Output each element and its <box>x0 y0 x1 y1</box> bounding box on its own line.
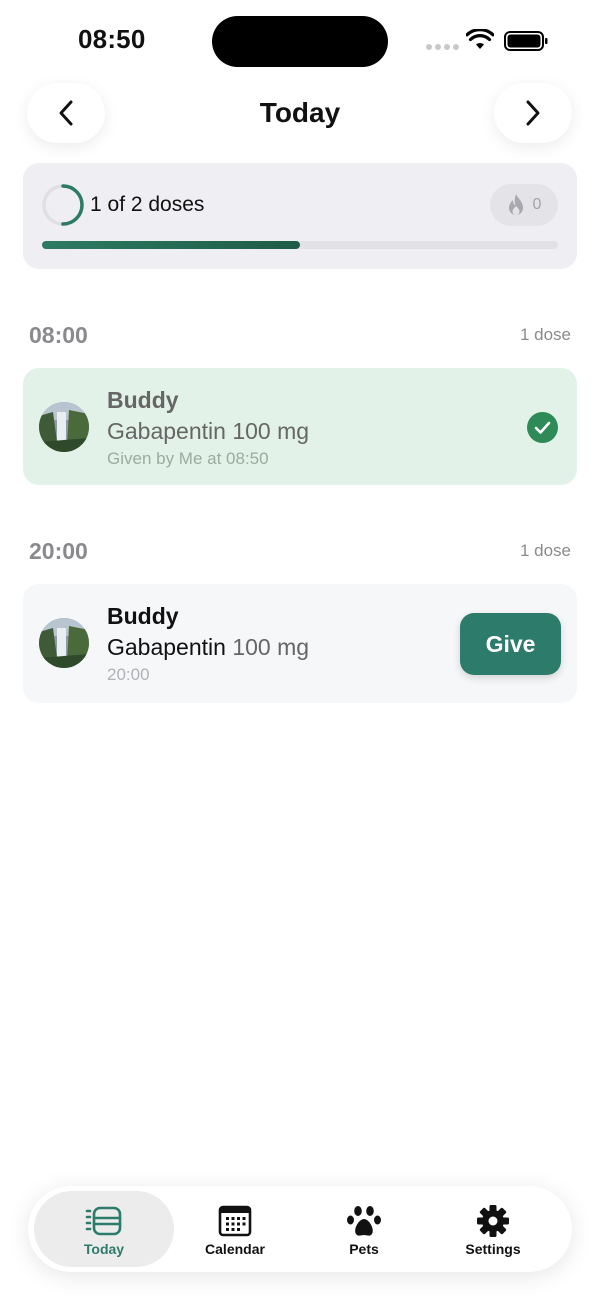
checkmark-circle-icon <box>527 412 558 443</box>
progress-bar <box>42 241 558 249</box>
time-group-count: 1 dose <box>519 541 571 560</box>
status-time: 08:50 <box>78 24 146 54</box>
medication-name: Gabapentin <box>107 634 226 660</box>
battery-icon <box>504 31 548 51</box>
pet-name: Buddy <box>107 603 179 629</box>
give-dose-button[interactable]: Give <box>460 613 561 675</box>
medication-name: Gabapentin <box>107 418 226 444</box>
tab-bar: Today Calendar Pets Settings <box>28 1186 572 1272</box>
next-day-button[interactable] <box>494 83 572 143</box>
time-group-header: 08:00 <box>29 322 88 348</box>
tab-today[interactable]: Today <box>34 1191 174 1267</box>
status-bar: 08:50 <box>0 0 600 80</box>
medication-amount: 100 mg <box>232 418 310 444</box>
time-group-header: 20:00 <box>29 538 88 564</box>
tab-calendar[interactable]: Calendar <box>165 1191 305 1267</box>
medication-line: Gabapentin 100 mg <box>107 634 309 661</box>
gear-icon <box>477 1205 509 1237</box>
tab-label: Today <box>83 1241 125 1257</box>
pet-avatar <box>39 402 89 452</box>
cellular-signal-icon <box>426 44 459 50</box>
streak-badge: 0 <box>490 184 558 226</box>
paw-icon <box>347 1206 381 1236</box>
dynamic-island <box>212 16 388 67</box>
progress-summary: 1 of 2 doses <box>90 193 205 216</box>
flame-icon <box>508 194 523 215</box>
today-list-icon <box>85 1206 122 1236</box>
tab-pets[interactable]: Pets <box>294 1191 434 1267</box>
progress-bar-fill <box>42 241 300 249</box>
dose-status-text: Given by Me at 08:50 <box>107 449 269 468</box>
dose-card-pending[interactable]: Buddy Gabapentin 100 mg 20:00 Give <box>23 584 577 703</box>
tab-label: Calendar <box>205 1241 265 1257</box>
tab-label: Pets <box>349 1241 379 1257</box>
pet-avatar <box>39 618 89 668</box>
chevron-right-icon <box>526 100 540 126</box>
dose-card-given[interactable]: Buddy Gabapentin 100 mg Given by Me at 0… <box>23 368 577 485</box>
medication-amount: 100 mg <box>232 634 310 660</box>
tab-settings[interactable]: Settings <box>423 1191 563 1267</box>
time-group-count: 1 dose <box>519 325 571 344</box>
pet-name: Buddy <box>107 387 179 413</box>
medication-line: Gabapentin 100 mg <box>107 418 309 445</box>
daily-progress-card: 1 of 2 doses 0 <box>23 163 577 269</box>
progress-ring-icon <box>42 184 84 226</box>
streak-count: 0 <box>532 196 542 213</box>
calendar-icon <box>218 1205 252 1237</box>
wifi-icon <box>466 29 494 49</box>
scheduled-time: 20:00 <box>107 665 150 684</box>
tab-label: Settings <box>465 1241 521 1257</box>
